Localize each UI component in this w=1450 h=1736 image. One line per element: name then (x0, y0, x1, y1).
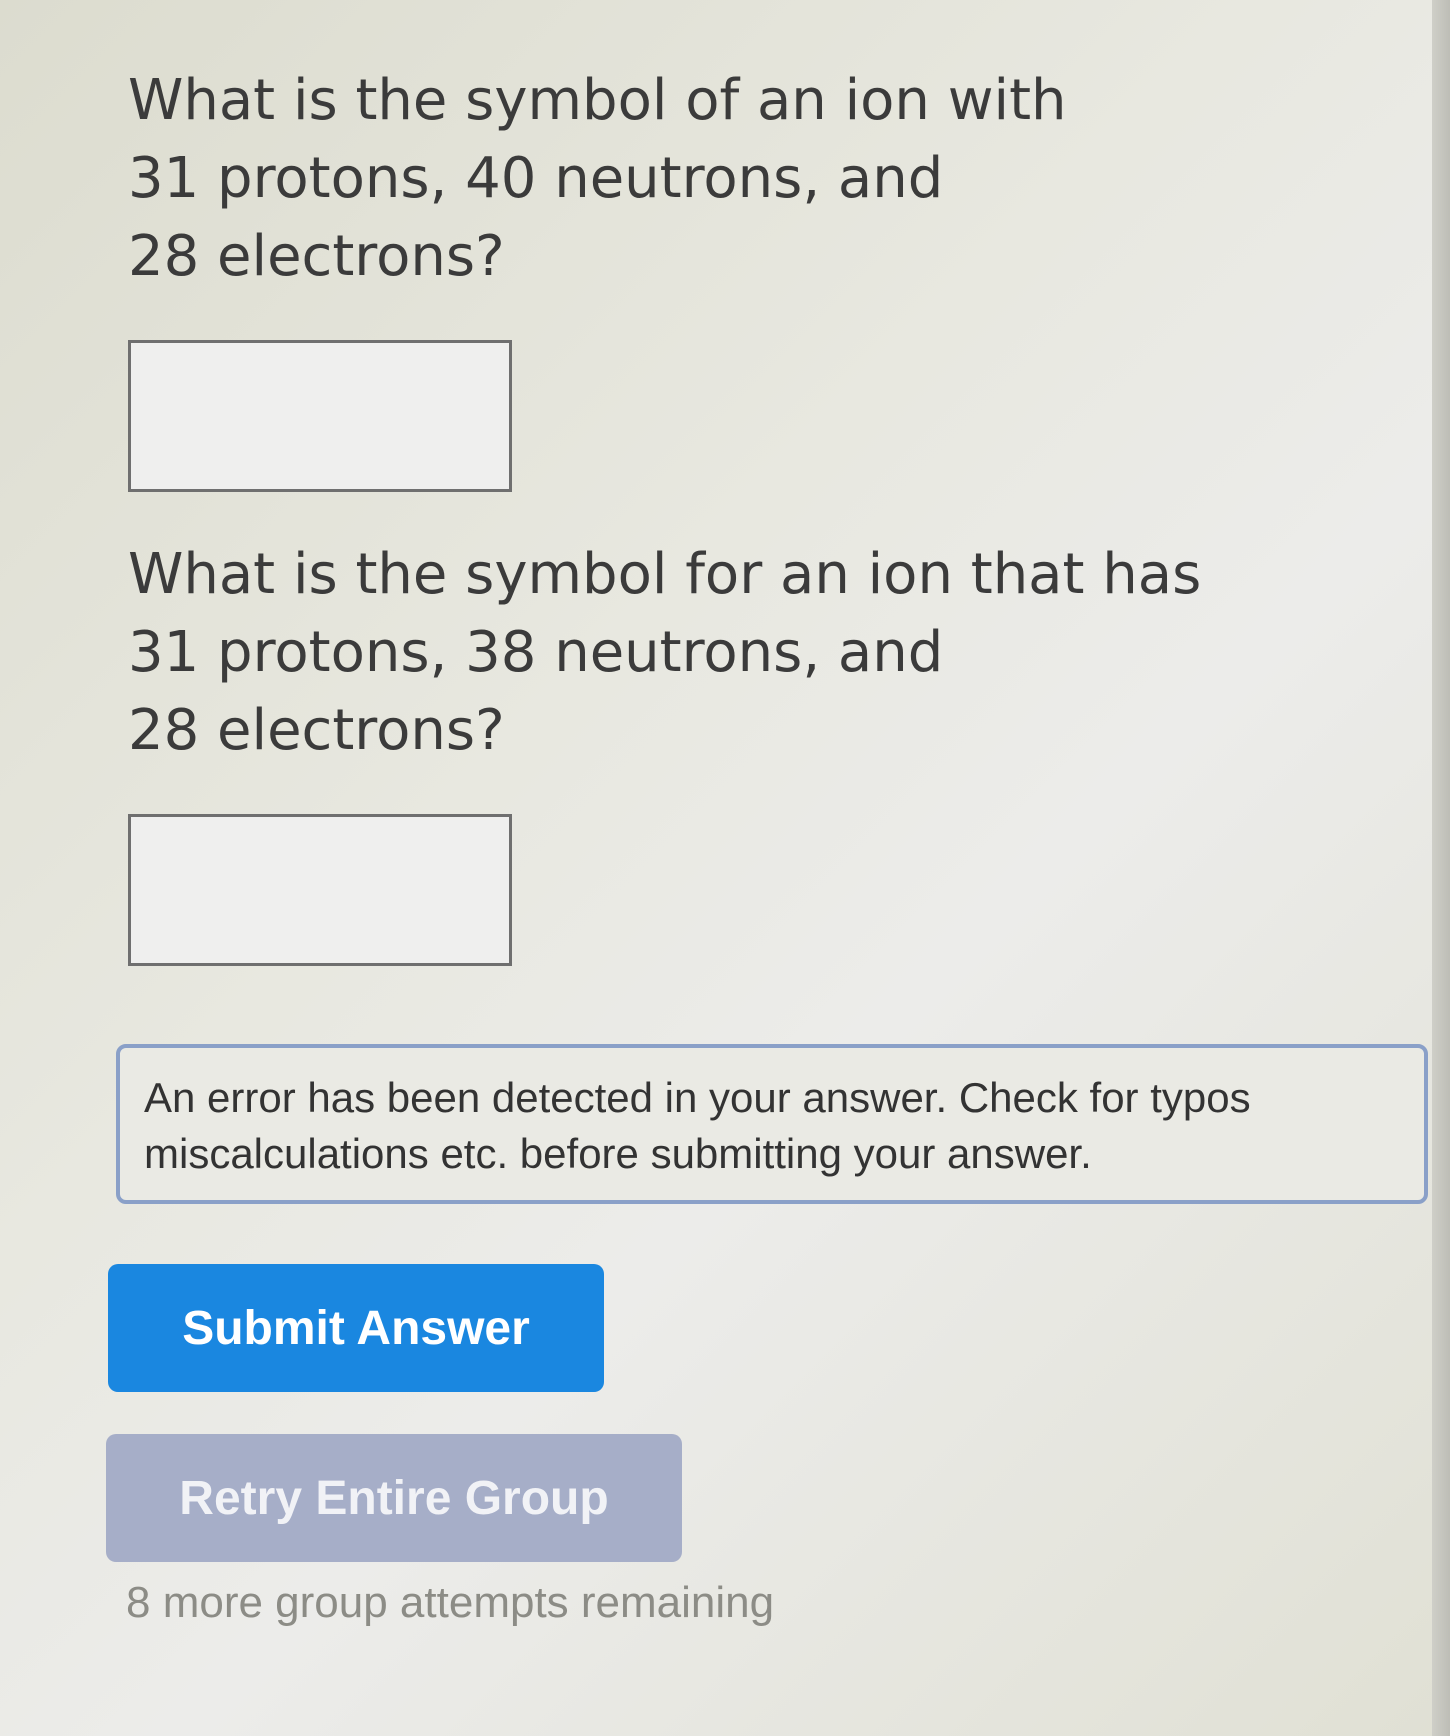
window-edge (1432, 0, 1450, 1736)
error-message: An error has been detected in your answe… (116, 1044, 1428, 1204)
attempts-remaining-text: 8 more group attempts remaining (126, 1578, 775, 1627)
retry-entire-group-button[interactable]: Retry Entire Group (106, 1434, 682, 1562)
submit-answer-button[interactable]: Submit Answer (108, 1264, 604, 1392)
question-1-answer-input[interactable] (128, 340, 512, 492)
question-2-answer-input[interactable] (128, 814, 512, 966)
question-1-text: What is the symbol of an ion with 31 pro… (128, 68, 1067, 289)
question-panel: What is the symbol of an ion with 31 pro… (106, 62, 1428, 1628)
question-2-text: What is the symbol for an ion that has 3… (128, 542, 1202, 763)
